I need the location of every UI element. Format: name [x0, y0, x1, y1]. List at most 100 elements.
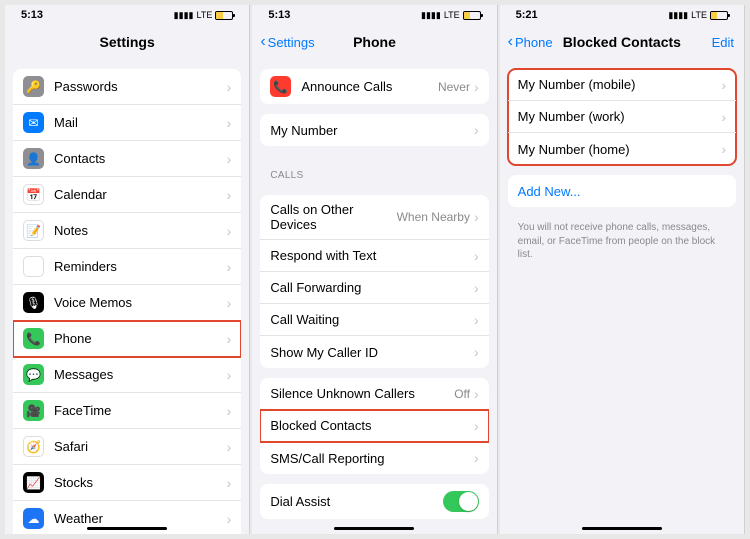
- edit-button[interactable]: Edit: [712, 35, 734, 50]
- safari-icon: 🧭: [23, 436, 44, 457]
- row-label: Weather: [54, 511, 227, 526]
- battery-icon: [710, 11, 728, 20]
- chevron-left-icon: ‹: [260, 34, 265, 50]
- row-label: My Number: [270, 123, 474, 138]
- row-label: Notes: [54, 223, 227, 238]
- row-call-forwarding[interactable]: Call Forwarding›: [260, 272, 488, 304]
- chevron-right-icon: ›: [227, 259, 232, 275]
- settings-list[interactable]: 🔑Passwords›✉Mail›👤Contacts›📅Calendar›📝No…: [5, 59, 249, 534]
- add-new-button[interactable]: Add New...: [508, 175, 736, 207]
- weather-icon: ☁: [23, 508, 44, 529]
- home-indicator[interactable]: [87, 527, 167, 530]
- row-label: Voice Memos: [54, 295, 227, 310]
- row-label: Calls on Other Devices: [270, 202, 396, 232]
- row-sms-call-reporting[interactable]: SMS/Call Reporting›: [260, 442, 488, 474]
- chevron-right-icon: ›: [721, 109, 726, 125]
- chevron-right-icon: ›: [474, 209, 479, 225]
- status-right: ▮▮▮▮ LTE: [421, 10, 481, 21]
- signal-bars-icon: ▮▮▮▮: [668, 10, 688, 21]
- row-respond-with-text[interactable]: Respond with Text›: [260, 240, 488, 272]
- row-label: My Number (mobile): [518, 77, 722, 92]
- row-label: Call Waiting: [270, 312, 474, 327]
- row-label: Passwords: [54, 79, 227, 94]
- row-label: SMS/Call Reporting: [270, 451, 474, 466]
- chevron-right-icon: ›: [227, 295, 232, 311]
- row-show-my-caller-id[interactable]: Show My Caller ID›: [260, 336, 488, 368]
- row-label: Reminders: [54, 259, 227, 274]
- chevron-right-icon: ›: [474, 418, 479, 434]
- back-button[interactable]: ‹ Settings: [260, 34, 314, 50]
- status-time: 5:13: [21, 9, 43, 21]
- back-button[interactable]: ‹ Phone: [508, 34, 553, 50]
- status-bar: 5:13 ▮▮▮▮ LTE: [5, 5, 249, 25]
- phone-phone-settings: 5:13 ▮▮▮▮ LTE ‹ Settings Phone 📞 Announc…: [252, 5, 497, 534]
- settings-row-reminders[interactable]: ☑Reminders›: [13, 249, 241, 285]
- settings-row-facetime[interactable]: 🎥 FaceTime›: [13, 393, 241, 429]
- status-time: 5:21: [516, 9, 538, 21]
- settings-row-phone[interactable]: 📞Phone›: [13, 321, 241, 357]
- settings-row-messages[interactable]: 💬Messages›: [13, 357, 241, 393]
- page-title: Phone: [353, 34, 396, 50]
- status-right: ▮▮▮▮ LTE: [668, 10, 728, 21]
- row-label: My Number (home): [518, 142, 722, 157]
- signal-label: LTE: [444, 10, 460, 20]
- blocked-footer: You will not receive phone calls, messag…: [500, 217, 744, 272]
- home-indicator[interactable]: [334, 527, 414, 530]
- signal-label: LTE: [196, 10, 212, 20]
- chevron-right-icon: ›: [227, 79, 232, 95]
- mail-icon: ✉: [23, 112, 44, 133]
- settings-row-contacts[interactable]: 👤Contacts›: [13, 141, 241, 177]
- row-label: Mail: [54, 115, 227, 130]
- row-label: Calendar: [54, 187, 227, 202]
- row-label: Show My Caller ID: [270, 345, 474, 360]
- phone-settings-list[interactable]: 📞 Announce Calls Never › My Number › CAL…: [252, 59, 496, 534]
- home-indicator[interactable]: [582, 527, 662, 530]
- settings-row-stocks[interactable]: 📈Stocks›: [13, 465, 241, 501]
- signal-label: LTE: [691, 10, 707, 20]
- row-label: Phone: [54, 331, 227, 346]
- row-label: Call Forwarding: [270, 280, 474, 295]
- row-label: Messages: [54, 367, 227, 382]
- row-silence-unknown-callers[interactable]: Silence Unknown CallersOff›: [260, 378, 488, 410]
- row-detail: When Nearby: [397, 210, 470, 224]
- nav-bar: ‹ Settings Phone: [252, 25, 496, 59]
- key-icon: 🔑: [23, 76, 44, 97]
- chevron-right-icon: ›: [721, 141, 726, 157]
- dial-assist-toggle[interactable]: [443, 491, 479, 512]
- settings-row-passwords[interactable]: 🔑 Passwords›: [13, 69, 241, 105]
- signal-bars-icon: ▮▮▮▮: [421, 10, 441, 21]
- page-title: Blocked Contacts: [563, 34, 681, 50]
- settings-row-safari[interactable]: 🧭Safari›: [13, 429, 241, 465]
- battery-icon: [463, 11, 481, 20]
- row-announce-calls[interactable]: 📞 Announce Calls Never ›: [260, 69, 488, 104]
- settings-row-calendar[interactable]: 📅Calendar›: [13, 177, 241, 213]
- calendar-icon: 📅: [23, 184, 44, 205]
- status-time: 5:13: [268, 9, 290, 21]
- settings-row-voice-memos[interactable]: 🎙Voice Memos›: [13, 285, 241, 321]
- chevron-right-icon: ›: [474, 280, 479, 296]
- signal-bars-icon: ▮▮▮▮: [174, 10, 194, 21]
- blocked-contact-row[interactable]: My Number (work)›: [508, 101, 736, 133]
- settings-row-notes[interactable]: 📝Notes›: [13, 213, 241, 249]
- back-label: Phone: [515, 35, 553, 50]
- row-call-waiting[interactable]: Call Waiting›: [260, 304, 488, 336]
- blocked-contact-row[interactable]: My Number (home)›: [508, 133, 736, 165]
- row-detail: Off: [454, 387, 470, 401]
- contacts-icon: 👤: [23, 148, 44, 169]
- settings-row-mail[interactable]: ✉Mail›: [13, 105, 241, 141]
- blocked-contact-row[interactable]: My Number (mobile)›: [508, 69, 736, 101]
- chevron-right-icon: ›: [721, 77, 726, 93]
- phone-blocked-contacts: 5:21 ▮▮▮▮ LTE ‹ Phone Blocked Contacts E…: [500, 5, 745, 534]
- row-label: Blocked Contacts: [270, 418, 474, 433]
- row-my-number[interactable]: My Number ›: [260, 114, 488, 146]
- row-label: FaceTime: [54, 403, 227, 418]
- facetime-icon: 🎥: [23, 400, 44, 421]
- row-blocked-contacts[interactable]: Blocked Contacts›: [260, 410, 488, 442]
- row-calls-on-other-devices[interactable]: Calls on Other DevicesWhen Nearby ›: [260, 195, 488, 240]
- row-dial-assist[interactable]: Dial Assist: [260, 484, 488, 519]
- back-label: Settings: [268, 35, 315, 50]
- chevron-right-icon: ›: [227, 475, 232, 491]
- blocked-list[interactable]: My Number (mobile)›My Number (work)›My N…: [500, 59, 744, 534]
- chevron-right-icon: ›: [227, 403, 232, 419]
- page-title: Settings: [100, 34, 155, 50]
